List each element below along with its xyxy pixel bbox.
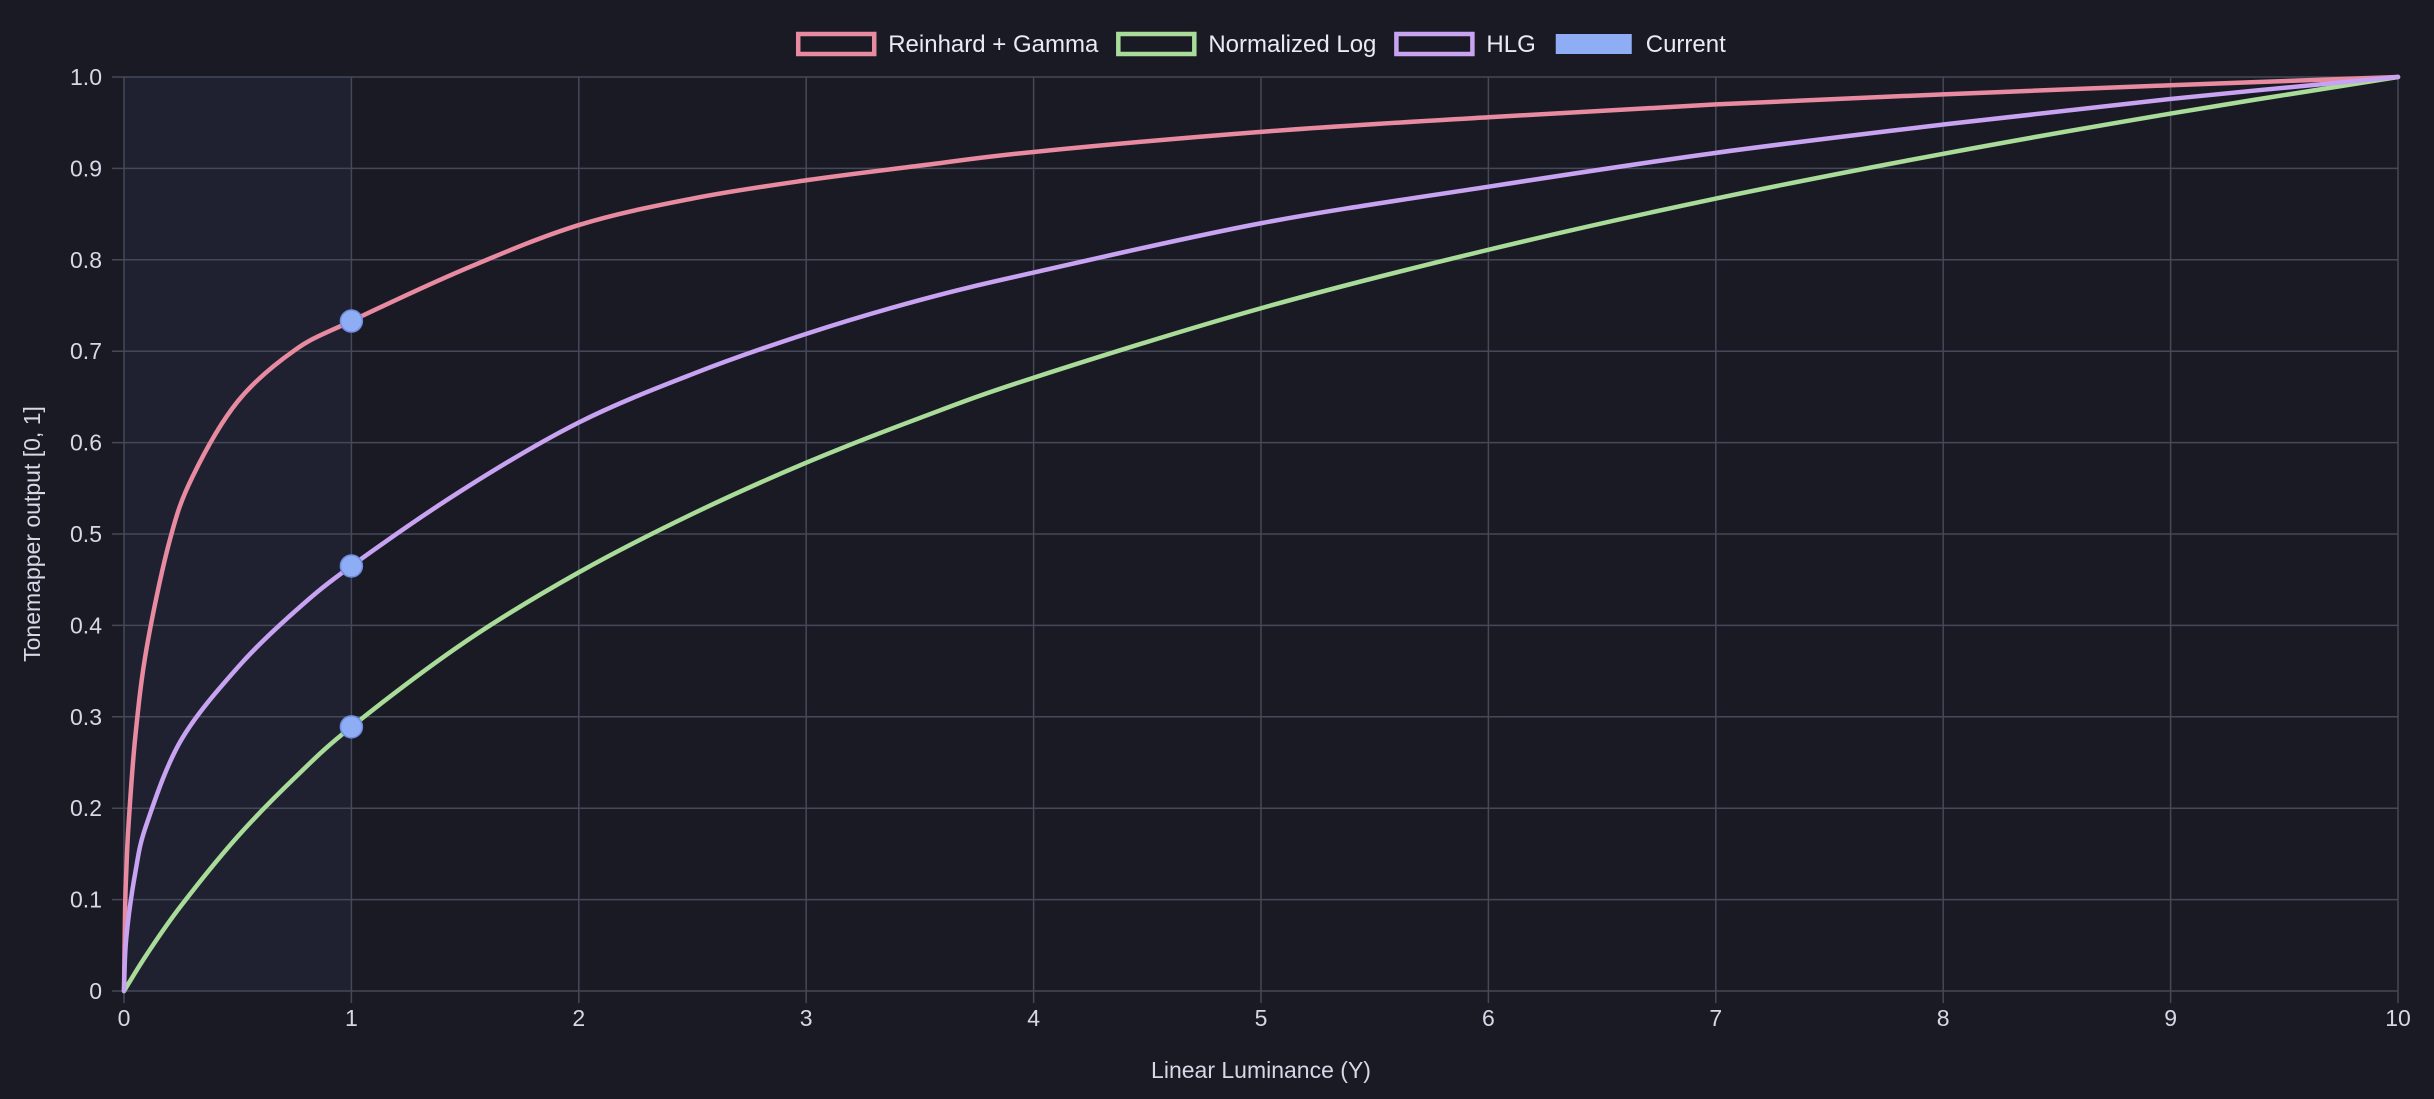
y-tick-label: 0.3 xyxy=(70,704,102,730)
legend-label: Reinhard + Gamma xyxy=(888,31,1099,58)
x-tick-label: 3 xyxy=(800,1005,813,1031)
plot-background xyxy=(0,0,2434,1099)
x-tick-label: 9 xyxy=(2164,1005,2177,1031)
current-point xyxy=(339,715,364,739)
legend: Reinhard + Gamma Normalized Log HLG Current xyxy=(795,31,1726,58)
x-tick-label: 1 xyxy=(345,1005,358,1031)
y-tick-label: 0.9 xyxy=(70,155,102,181)
x-tick-label: 2 xyxy=(572,1005,585,1031)
x-tick-label: 4 xyxy=(1027,1005,1040,1031)
tonemapper-chart: 0 1 2 3 4 5 6 7 8 9 10 0 0.1 0.2 0.3 0.4 0.5 0.6 0.7 0.8 0.… xyxy=(0,0,2434,1099)
current-point xyxy=(339,309,364,333)
y-tick-label: 0.4 xyxy=(70,612,102,638)
y-axis-title: Tonemapper output [0, 1] xyxy=(19,406,45,662)
x-tick-label: 8 xyxy=(1937,1005,1950,1031)
y-tick-label: 0.7 xyxy=(70,338,102,364)
x-tick-label: 7 xyxy=(1709,1005,1722,1031)
x-axis-title: Linear Luminance (Y) xyxy=(1151,1057,1371,1083)
x-tick-label: 0 xyxy=(118,1005,131,1031)
legend-label: HLG xyxy=(1486,31,1535,58)
legend-swatch xyxy=(1555,34,1632,54)
y-tick-label: 0 xyxy=(89,978,102,1004)
x-tick-label: 5 xyxy=(1255,1005,1268,1031)
x-tick-label: 6 xyxy=(1482,1005,1495,1031)
y-tick-label: 0.5 xyxy=(70,521,102,547)
legend-label: Current xyxy=(1646,31,1726,58)
x-tick-label: 10 xyxy=(2385,1005,2411,1031)
current-point xyxy=(339,554,364,578)
y-tick-label: 0.8 xyxy=(70,247,102,273)
legend-label: Normalized Log xyxy=(1208,31,1376,58)
y-tick-label: 0.6 xyxy=(70,430,102,456)
y-tick-label: 0.1 xyxy=(70,887,102,913)
y-tick-label: 1.0 xyxy=(70,64,102,90)
chart-container: 0 1 2 3 4 5 6 7 8 9 10 0 0.1 0.2 0.3 0.4 0.5 0.6 0.7 0.8 0.… xyxy=(0,0,2434,1099)
y-tick-label: 0.2 xyxy=(70,795,102,821)
